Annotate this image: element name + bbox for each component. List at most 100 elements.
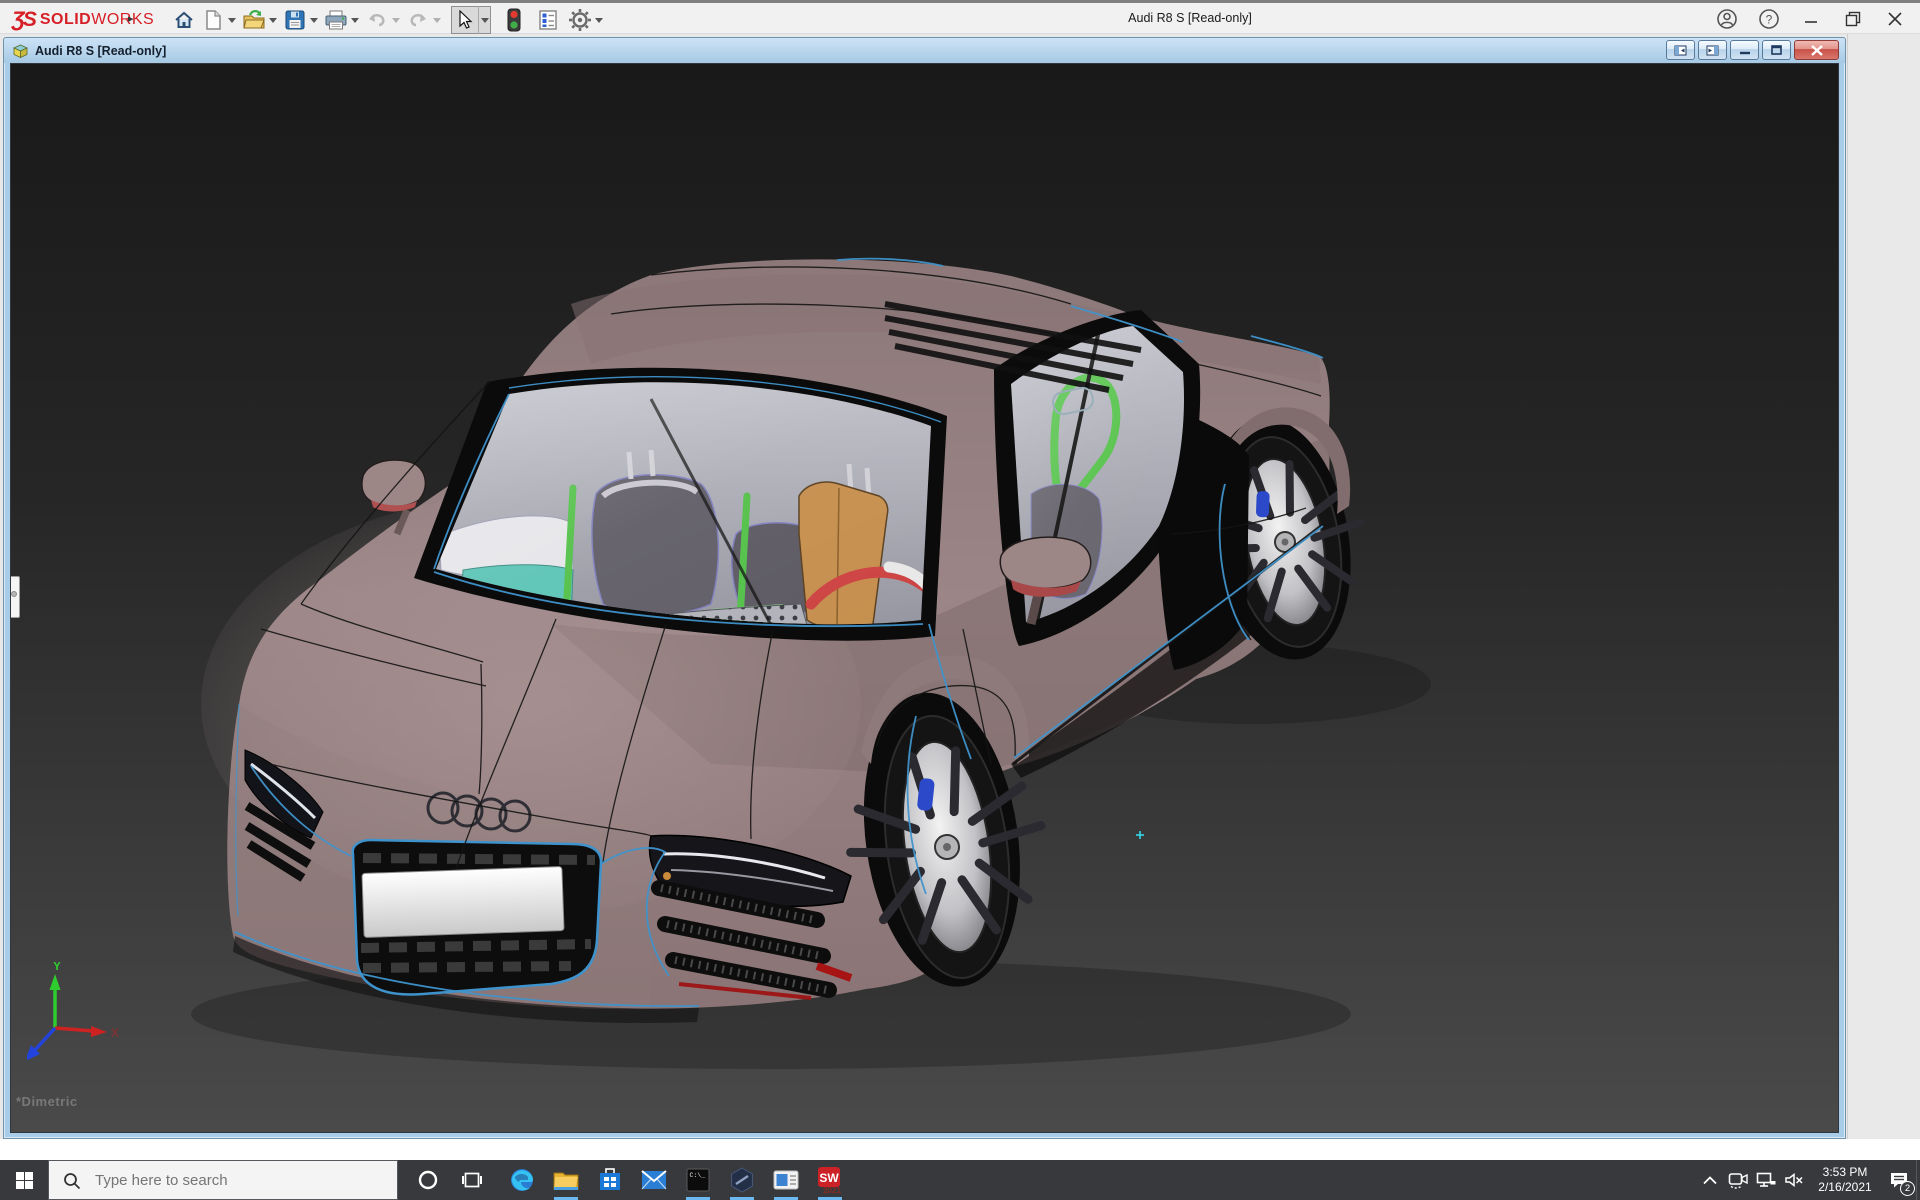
triad-x-label: X	[111, 1026, 119, 1040]
taskbar-search[interactable]	[48, 1160, 398, 1200]
home-icon	[173, 9, 195, 31]
feature-panel-collapsed-tab[interactable]	[10, 576, 20, 618]
minimize-button[interactable]	[1794, 6, 1828, 32]
gear-icon	[568, 8, 592, 32]
main-toolbar	[168, 5, 605, 35]
doc-minimize-icon	[1740, 46, 1750, 55]
solidworks-app-icon: SW 2021	[815, 1166, 845, 1194]
taskbar-app-command-prompt[interactable]: C:\_	[676, 1160, 720, 1200]
model-viewport[interactable]: Y X *Dimetric	[10, 63, 1839, 1133]
cortana-button[interactable]	[406, 1160, 450, 1200]
edge-icon	[509, 1167, 535, 1193]
taskbar-app-hexagon[interactable]	[720, 1160, 764, 1200]
app-titlebar: ƷS SOLIDWORKS ▸	[0, 0, 1920, 34]
undo-button[interactable]	[364, 7, 390, 33]
select-tool-button[interactable]	[452, 7, 478, 33]
task-view-button[interactable]	[450, 1160, 494, 1200]
redo-icon	[407, 10, 429, 30]
file-explorer-icon	[553, 1169, 579, 1191]
start-button[interactable]	[0, 1160, 48, 1200]
options-button[interactable]	[567, 7, 593, 33]
select-tool-group	[451, 6, 491, 34]
restore-button[interactable]	[1836, 6, 1870, 32]
svg-text:SW: SW	[819, 1171, 839, 1185]
taskbar-app-file-explorer[interactable]	[544, 1160, 588, 1200]
pane-left-button[interactable]	[1666, 40, 1695, 60]
status-bar	[0, 1139, 1920, 1160]
action-center-button[interactable]: 2	[1882, 1160, 1916, 1200]
show-desktop-button[interactable]	[1916, 1160, 1920, 1200]
taskbar-app-solidworks[interactable]: SW 2021	[808, 1160, 852, 1200]
chevron-up-icon	[1703, 1176, 1717, 1185]
print-icon	[324, 9, 348, 31]
open-dropdown[interactable]	[267, 7, 279, 33]
select-tool-dropdown[interactable]	[478, 6, 490, 34]
system-tray: 3:53 PM 2/16/2021 2	[1696, 1160, 1920, 1200]
help-button[interactable]: ?	[1752, 6, 1786, 32]
options-dropdown[interactable]	[593, 7, 605, 33]
panel-tab-grip	[11, 591, 17, 597]
open-icon	[242, 9, 266, 31]
tray-meet-now-button[interactable]	[1724, 1160, 1752, 1200]
home-button[interactable]	[171, 7, 197, 33]
notification-badge: 2	[1900, 1181, 1915, 1196]
view-orientation-label: *Dimetric	[16, 1094, 78, 1109]
search-icon	[63, 1172, 81, 1190]
select-cursor-icon	[456, 10, 474, 30]
tray-date: 2/16/2021	[1808, 1180, 1882, 1195]
rebuild-button[interactable]	[501, 7, 527, 33]
tray-volume-button[interactable]	[1780, 1160, 1808, 1200]
tray-clock[interactable]: 3:53 PM 2/16/2021	[1808, 1165, 1882, 1195]
print-dropdown[interactable]	[349, 7, 361, 33]
front-grille	[353, 840, 601, 994]
minimize-icon	[1804, 12, 1818, 26]
new-document-icon	[203, 9, 223, 31]
undo-dropdown[interactable]	[390, 7, 402, 33]
account-button[interactable]	[1710, 6, 1744, 32]
print-button[interactable]	[323, 7, 349, 33]
save-dropdown[interactable]	[308, 7, 320, 33]
volume-muted-icon	[1784, 1172, 1804, 1188]
document-titlebar[interactable]: Audi R8 S [Read-only]	[4, 38, 1845, 63]
part-document-icon	[12, 42, 29, 59]
open-button[interactable]	[241, 7, 267, 33]
task-pane-collapsed-strip[interactable]	[1847, 34, 1920, 1139]
undo-icon	[366, 10, 388, 30]
doc-close-button[interactable]	[1794, 40, 1839, 60]
tray-chevron-button[interactable]	[1696, 1160, 1724, 1200]
network-icon	[1756, 1172, 1776, 1188]
app-window-title: Audi R8 S [Read-only]	[1020, 11, 1360, 25]
close-button[interactable]	[1878, 6, 1912, 32]
car-model[interactable]	[191, 259, 1431, 1069]
help-icon: ?	[1758, 8, 1780, 30]
car-model-canvas[interactable]	[11, 64, 1839, 1133]
redo-dropdown[interactable]	[431, 7, 443, 33]
license-plate	[362, 867, 564, 938]
taskbar: C:\_ SW 2021	[0, 1160, 1920, 1200]
taskbar-app-edge[interactable]	[500, 1160, 544, 1200]
toolbar-flyout-arrow[interactable]: ▸	[128, 12, 134, 25]
tray-network-button[interactable]	[1752, 1160, 1780, 1200]
cortana-icon	[417, 1169, 439, 1191]
doc-minimize-button[interactable]	[1730, 40, 1759, 60]
solidworks-logo-glyph: ƷS	[12, 8, 35, 32]
search-input[interactable]	[49, 1161, 397, 1199]
store-icon	[598, 1168, 622, 1192]
taskbar-app-media[interactable]	[764, 1160, 808, 1200]
pane-left-icon	[1674, 45, 1687, 56]
save-button[interactable]	[282, 7, 308, 33]
new-document-button[interactable]	[200, 7, 226, 33]
file-properties-button[interactable]	[535, 7, 561, 33]
taskbar-app-store[interactable]	[588, 1160, 632, 1200]
pane-right-button[interactable]	[1698, 40, 1727, 60]
taskbar-app-mail[interactable]	[632, 1160, 676, 1200]
doc-restore-button[interactable]	[1762, 40, 1791, 60]
redo-button[interactable]	[405, 7, 431, 33]
media-app-icon	[773, 1170, 799, 1190]
doc-close-icon	[1811, 45, 1823, 56]
screen: ƷS SOLIDWORKS ▸	[0, 0, 1920, 1200]
new-document-dropdown[interactable]	[226, 7, 238, 33]
account-icon	[1716, 8, 1738, 30]
tray-time: 3:53 PM	[1808, 1165, 1882, 1180]
close-icon	[1888, 12, 1902, 26]
